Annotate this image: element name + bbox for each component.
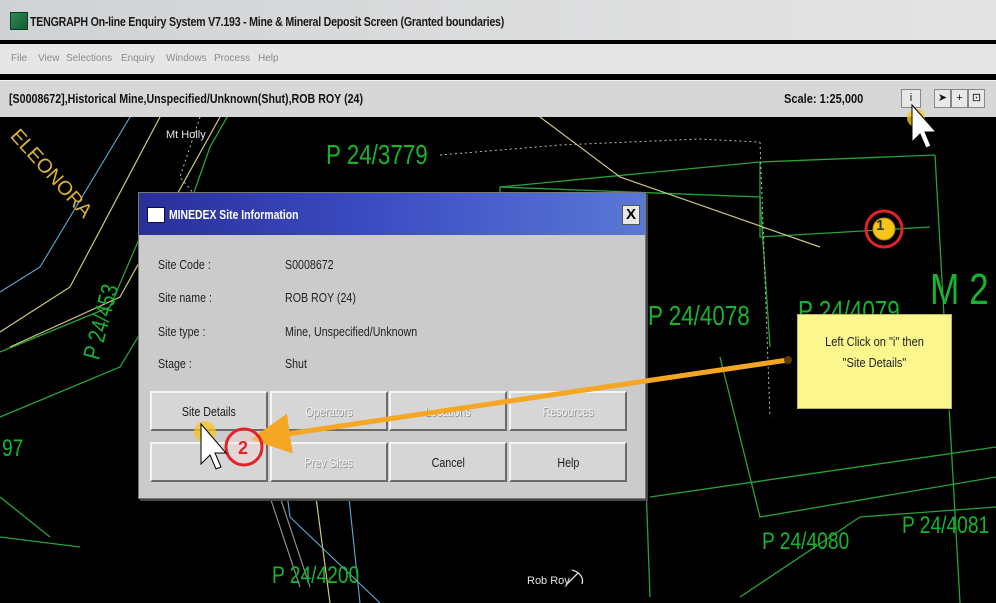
- site-type-label: Site type :: [158, 324, 206, 339]
- label-p24-4200: P 24/4200: [272, 562, 360, 589]
- minedex-site-info-dialog: MINEDEX Site Information X Site Code : S…: [138, 192, 646, 499]
- map-scale: Scale: 1:25,000: [784, 91, 864, 106]
- locations-label: Locations: [425, 403, 471, 419]
- site-code-label: Site Code :: [158, 257, 211, 272]
- menu-windows[interactable]: Windows: [166, 53, 207, 64]
- site-details-button[interactable]: Site Details: [150, 391, 268, 431]
- label-p24-4078: P 24/4078: [648, 300, 750, 331]
- cancel-label: Cancel: [431, 454, 465, 470]
- help-button[interactable]: Help: [509, 442, 627, 482]
- pointer-icon[interactable]: ➤: [934, 89, 951, 108]
- resources-label: Resources: [542, 403, 594, 419]
- info-icon[interactable]: i: [901, 89, 921, 108]
- menu-selections[interactable]: Selections: [66, 53, 112, 64]
- label-m-tenement: M 2: [930, 265, 989, 314]
- callout-line-1: Left Click on "i" then: [825, 334, 924, 349]
- operators-button[interactable]: Operators: [270, 391, 388, 431]
- tengraph-window: TENGRAPH On-line Enquiry System V7.193 -…: [0, 0, 996, 603]
- locations-button[interactable]: Locations: [389, 391, 507, 431]
- status-bar: [S0008672],Historical Mine,Unspecified/U…: [0, 80, 996, 118]
- close-icon[interactable]: X: [622, 205, 640, 225]
- label-mt-holly: Mt Holly: [166, 129, 206, 141]
- help-label: Help: [557, 454, 579, 470]
- dialog-icon: [147, 207, 165, 223]
- menu-process[interactable]: Process: [214, 53, 250, 64]
- prev-sites-label: Prev Sites: [304, 454, 354, 470]
- menu-file[interactable]: File: [11, 53, 27, 64]
- site-name-label: Site name :: [158, 290, 212, 305]
- label-p24-4080: P 24/4080: [762, 528, 850, 555]
- menu-view[interactable]: View: [38, 53, 60, 64]
- window-title: TENGRAPH On-line Enquiry System V7.193 -…: [30, 14, 505, 29]
- crosshair-icon[interactable]: +: [951, 89, 968, 108]
- menu-enquiry[interactable]: Enquiry: [121, 53, 155, 64]
- label-p24-4081: P 24/4081: [902, 512, 990, 539]
- menu-help[interactable]: Help: [258, 53, 279, 64]
- cancel-button[interactable]: Cancel: [389, 442, 507, 482]
- site-name-value: ROB ROY (24): [285, 290, 356, 305]
- stage-value: Shut: [285, 356, 307, 371]
- site-type-value: Mine, Unspecified/Unknown: [285, 324, 418, 339]
- operators-label: Operators: [305, 403, 353, 419]
- site-code-value: S0008672: [285, 257, 334, 272]
- title-bar: TENGRAPH On-line Enquiry System V7.193 -…: [0, 0, 996, 40]
- instruction-callout: Left Click on "i" then "Site Details": [797, 314, 952, 409]
- label-p24-3779: P 24/3779: [326, 139, 428, 170]
- step-1-number: 1: [876, 217, 885, 234]
- dialog-title: MINEDEX Site Information: [169, 207, 299, 222]
- prev-sites-button[interactable]: Prev Sites: [270, 442, 388, 482]
- menu-bar: File View Selections Enquiry Windows Pro…: [0, 44, 996, 74]
- label-rob-roy: Rob Roy: [527, 575, 570, 587]
- site-details-label: Site Details: [182, 403, 236, 419]
- stage-label: Stage :: [158, 356, 192, 371]
- label-edge-97: 97: [2, 435, 24, 462]
- selected-site-status: [S0008672],Historical Mine,Unspecified/U…: [9, 91, 364, 106]
- blank-button[interactable]: [150, 442, 268, 482]
- callout-line-2: "Site Details": [842, 355, 907, 370]
- resources-button[interactable]: Resources: [509, 391, 627, 431]
- dialog-title-bar: MINEDEX Site Information X: [139, 193, 645, 235]
- select-icon[interactable]: ⊡: [968, 89, 985, 108]
- app-icon: [10, 12, 28, 30]
